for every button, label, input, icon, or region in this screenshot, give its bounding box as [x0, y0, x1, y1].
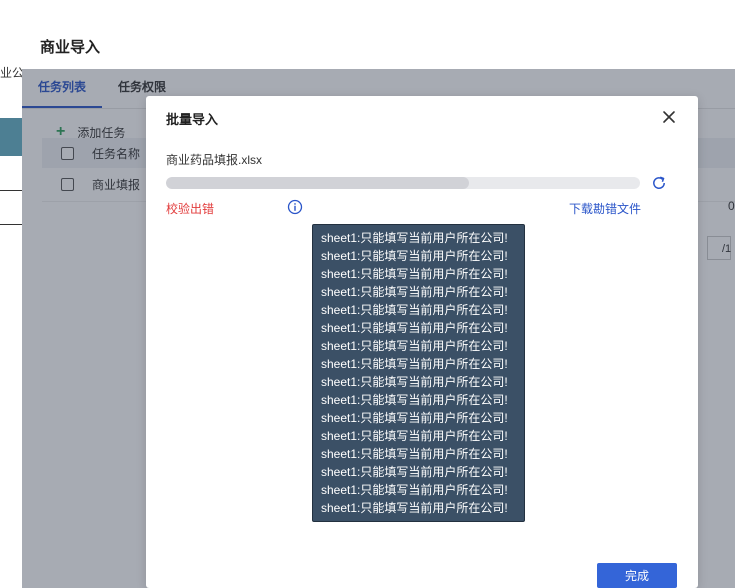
- error-message-line: sheet1:只能填写当前用户所在公司!: [321, 303, 508, 317]
- error-message-line: sheet1:只能填写当前用户所在公司!: [321, 321, 508, 335]
- done-button[interactable]: 完成: [597, 563, 677, 588]
- error-message-line: sheet1:只能填写当前用户所在公司!: [321, 465, 508, 479]
- error-message-line: sheet1:只能填写当前用户所在公司!: [321, 429, 508, 443]
- error-message-line: sheet1:只能填写当前用户所在公司!: [321, 285, 508, 299]
- error-tooltip: sheet1:只能填写当前用户所在公司! sheet1:只能填写当前用户所在公司!…: [312, 224, 525, 522]
- dialog-title: 批量导入: [166, 112, 219, 127]
- error-message-line: sheet1:只能填写当前用户所在公司!: [321, 249, 508, 263]
- background-divider: [0, 190, 22, 191]
- modal-title: 商业导入: [40, 38, 101, 56]
- error-message-line: sheet1:只能填写当前用户所在公司!: [321, 267, 508, 281]
- progress-fill: [166, 177, 470, 189]
- background-edge-bar: [0, 118, 22, 156]
- error-message-line: sheet1:只能填写当前用户所在公司!: [321, 483, 508, 497]
- validation-error-status: 校验出错: [166, 202, 215, 216]
- info-icon[interactable]: [287, 199, 303, 215]
- refresh-icon[interactable]: [650, 174, 668, 192]
- download-error-file-link[interactable]: 下载勘错文件: [569, 200, 641, 217]
- background-divider: [0, 224, 22, 225]
- file-name: 商业药品填报.xlsx: [166, 153, 263, 167]
- error-message-line: sheet1:只能填写当前用户所在公司!: [321, 411, 508, 425]
- error-message-line: sheet1:只能填写当前用户所在公司!: [321, 393, 508, 407]
- error-message-line: sheet1:只能填写当前用户所在公司!: [321, 339, 508, 353]
- upload-progress-bar: [166, 177, 640, 189]
- error-message-line: sheet1:只能填写当前用户所在公司!: [321, 357, 508, 371]
- error-message-line: sheet1:只能填写当前用户所在公司!: [321, 375, 508, 389]
- error-message-line: sheet1:只能填写当前用户所在公司!: [321, 447, 508, 461]
- error-message-line: sheet1:只能填写当前用户所在公司!: [321, 501, 508, 515]
- close-icon[interactable]: [660, 108, 678, 126]
- error-message-line: sheet1:只能填写当前用户所在公司!: [321, 231, 508, 245]
- batch-import-dialog: 批量导入 商业药品填报.xlsx 校验出错 下载勘错文件 sheet1:只能填写…: [146, 96, 698, 588]
